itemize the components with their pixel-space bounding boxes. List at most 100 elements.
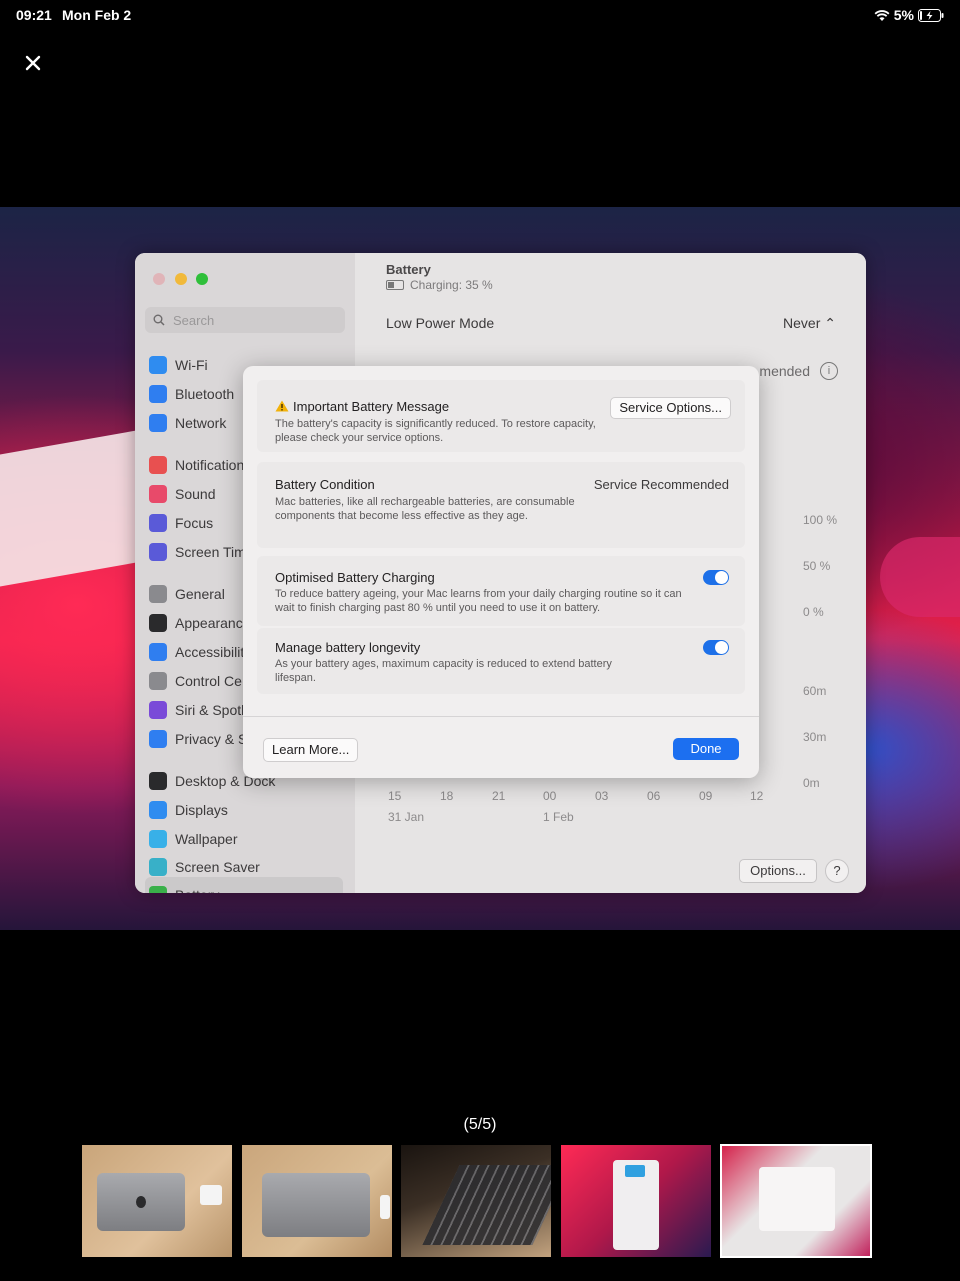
pager-label: (5/5) [463,1116,497,1133]
window-zoom-button[interactable] [196,273,208,285]
sidebar-item-icon [149,614,167,632]
chart-y-label: 100 % [803,513,838,527]
chart-x-label: 15 [388,789,402,803]
sidebar-item-label: Focus [175,515,214,531]
sidebar-item[interactable]: Network [149,412,226,434]
dialog-section-condition: Battery Condition Service Recommended Ma… [257,462,745,548]
sidebar-item-icon [149,356,167,374]
warning-icon [275,400,289,412]
low-power-mode-value: Never [783,315,821,331]
search-placeholder: Search [173,312,215,328]
thumbnail-2[interactable] [242,1145,392,1257]
chart-x-label: 09 [699,789,713,803]
low-power-mode-popup[interactable]: Never ⌃ [783,315,836,332]
search-icon [153,314,165,326]
longevity-title: Manage battery longevity [275,640,421,655]
sidebar-item[interactable]: Screen Saver [149,856,260,878]
thumbnail-5[interactable] [720,1144,872,1258]
chart-x-label: 06 [647,789,661,803]
sidebar-item-icon [149,385,167,403]
message-title: Important Battery Message [275,399,449,414]
sidebar-item-icon [149,830,167,848]
apple-logo-icon [136,1196,146,1208]
thumbnail-1[interactable] [82,1145,232,1257]
optimised-charging-toggle[interactable] [703,570,729,585]
sidebar-item-label: Sound [175,486,216,502]
sidebar-item-label: Notification [175,457,245,473]
chevron-updown-icon: ⌃ [824,315,836,331]
chart-y-label: 60m [803,684,827,698]
status-bar: 09:21 Mon Feb 2 5% [0,0,960,30]
chart-y-label: 0 % [803,605,824,619]
done-button[interactable]: Done [673,738,739,760]
sidebar-item-label: Bluetooth [175,386,235,402]
laptop-bottom-image [262,1173,370,1237]
sidebar-item[interactable]: Wallpaper [149,828,238,850]
sidebar-item[interactable]: Control Ce [149,670,242,692]
sidebar-item-label: Screen Tim [175,544,246,560]
wallpaper-stripe [880,537,960,617]
pane-title: Battery [386,262,431,277]
sidebar-item[interactable]: Wi-Fi [149,354,208,376]
sidebar-item-label: Screen Saver [175,859,260,875]
sidebar-item[interactable]: Displays [149,799,228,821]
chart-date-label: 1 Feb [543,810,574,824]
message-text: The battery's capacity is significantly … [275,418,596,444]
wifi-icon [874,9,890,21]
sidebar-item[interactable]: Focus [149,512,213,534]
learn-more-button[interactable]: Learn More... [263,738,359,762]
sidebar-item-icon [149,585,167,603]
longevity-toggle[interactable] [703,640,729,655]
close-icon[interactable] [20,50,46,76]
sidebar-item-label: Displays [175,802,228,818]
charging-status-text: Charging: 35 % [410,278,493,292]
charger-image [380,1195,390,1219]
sidebar-item-label: Battery [175,887,219,893]
sidebar-search-field[interactable]: Search [145,307,345,333]
window-close-button[interactable] [153,273,165,285]
sidebar-item-icon [149,858,167,876]
chart-date-label: 31 Jan [388,810,425,824]
thumbnail-4[interactable] [561,1145,711,1257]
condition-text: Mac batteries, like all rechargeable bat… [275,496,575,522]
options-button[interactable]: Options... [739,859,817,883]
sidebar-item[interactable]: Appearanc [149,612,243,634]
sidebar-item-label: Wallpaper [175,831,238,847]
sidebar-item[interactable]: Bluetooth [149,383,234,405]
dialog-section-longevity: Manage battery longevity As your battery… [257,628,745,694]
sidebar-item[interactable]: Siri & Spotl [149,699,244,721]
battery-charging-icon [918,8,944,22]
sidebar-item-label: Siri & Spotl [175,702,245,718]
optimised-charging-text: To reduce battery ageing, your Mac learn… [275,588,682,614]
dialog-section-message: Important Battery Message The battery's … [257,380,745,452]
chart-x-label: 00 [543,789,557,803]
sidebar-item[interactable]: Accessibilit [149,641,244,663]
info-icon[interactable]: i [820,362,838,380]
battery-message-dialog: Important Battery Message The battery's … [243,366,759,778]
sidebar-item-label: Appearanc [175,615,243,631]
condition-value: Service Recommended [593,477,729,492]
battery-dialog-image [759,1167,835,1231]
system-settings-window: Search Wi-Fi Bluetooth Network Notification… [135,253,866,893]
sidebar-item[interactable]: Privacy & S [149,728,247,750]
sidebar-item-icon [149,643,167,661]
thumbnail-3[interactable] [401,1145,551,1257]
status-time: 09:21 [16,7,52,23]
status-date: Mon Feb 2 [62,7,132,23]
sidebar-item-icon [149,772,167,790]
sidebar-item[interactable]: General [149,583,225,605]
sidebar-item[interactable]: Battery [149,884,219,893]
chart-y-label: 50 % [803,559,831,573]
dialog-section-optimised-charging: Optimised Battery Charging To reduce bat… [257,556,745,626]
photo-image: Search Wi-Fi Bluetooth Network Notification… [0,207,960,930]
chart-x-label: 21 [492,789,506,803]
sidebar-item[interactable]: Sound [149,483,215,505]
sidebar-item[interactable]: Screen Tim [149,541,246,563]
window-minimize-button[interactable] [175,273,187,285]
service-options-button[interactable]: Service Options... [610,397,731,419]
sidebar-item-icon [149,672,167,690]
chart-x-label: 18 [440,789,454,803]
sidebar-item[interactable]: Notification [149,454,244,476]
macbook-icon [625,1165,645,1177]
help-button[interactable]: ? [825,859,849,883]
